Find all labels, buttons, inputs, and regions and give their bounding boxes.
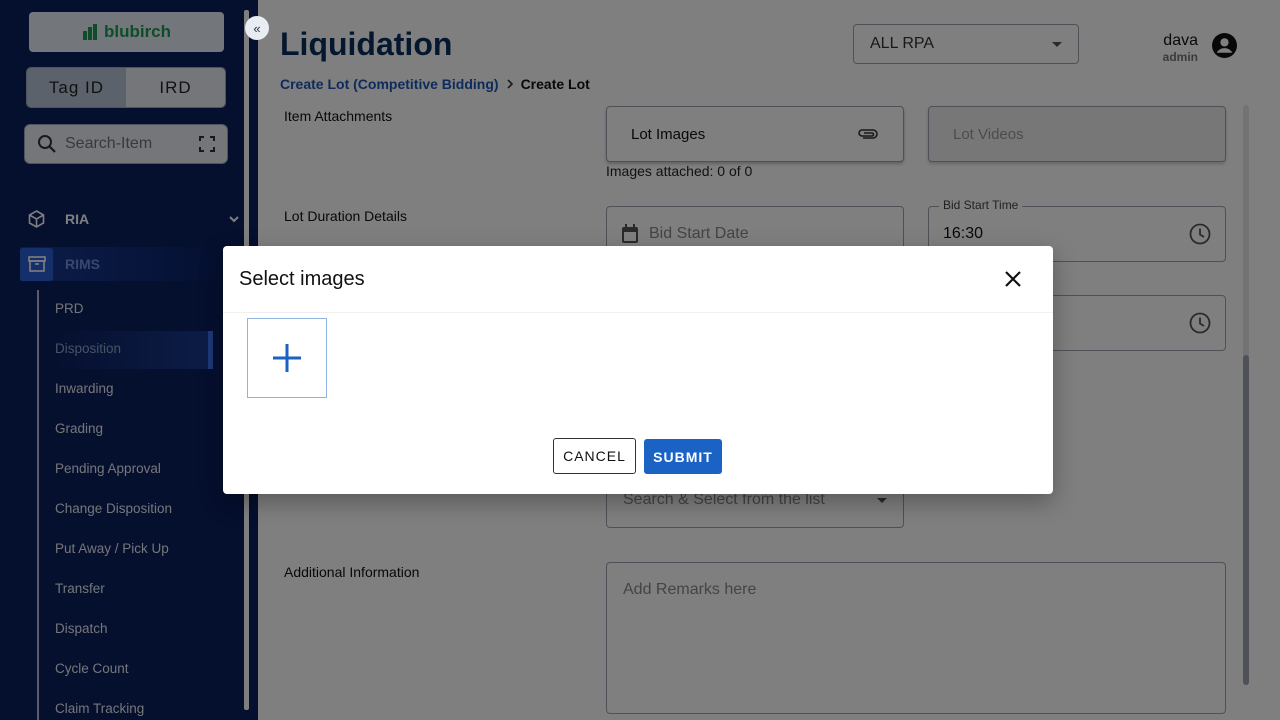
select-images-dialog: Select images CANCEL SUBMIT xyxy=(223,246,1053,494)
add-image-tile[interactable] xyxy=(247,318,327,398)
submit-button[interactable]: SUBMIT xyxy=(644,439,722,474)
close-icon[interactable] xyxy=(1002,268,1024,290)
dialog-divider xyxy=(223,312,1053,313)
cancel-button[interactable]: CANCEL xyxy=(553,438,636,474)
dialog-title: Select images xyxy=(239,268,365,290)
collapse-sidebar-button[interactable]: « xyxy=(245,16,269,40)
plus-icon xyxy=(273,344,301,372)
